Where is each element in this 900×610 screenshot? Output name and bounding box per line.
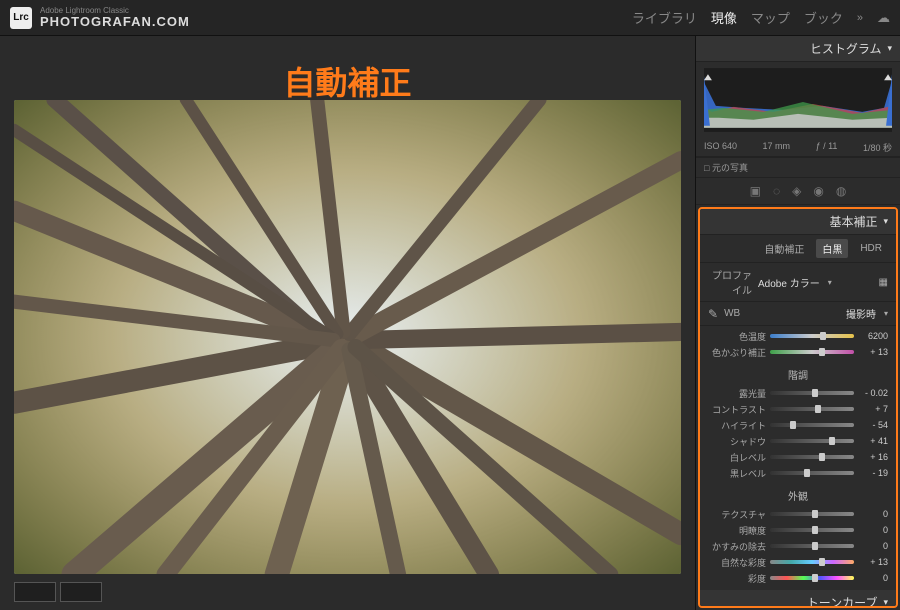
slider-saturation[interactable]: 彩度0 [708,570,888,586]
meta-focal: 17 mm [763,141,791,154]
chevron-down-icon: ▾ [828,278,832,287]
slider-tint[interactable]: 色かぶり補正+ 13 [708,344,888,360]
app-logo: Lrc [10,7,32,29]
cloud-sync-icon[interactable]: ☁ [877,10,890,26]
slider-texture[interactable]: テクスチャ0 [708,506,888,522]
wb-row: ✎ WB 撮影時 ▾ [700,302,896,326]
wb-value[interactable]: 撮影時 [846,306,876,321]
photo-canvas[interactable] [14,100,681,574]
histogram-chart[interactable] [704,68,892,132]
histogram-wrap [696,62,900,139]
meta-iso: ISO 640 [704,141,737,154]
basic-header[interactable]: 基本補正▾ [700,209,896,235]
tone-section-title: 階調 [700,364,896,383]
slider-clarity[interactable]: 明瞭度0 [708,522,888,538]
wb-sliders: 色温度6200 色かぶり補正+ 13 [700,326,896,364]
profile-value: Adobe カラー [758,275,820,290]
original-toggle[interactable]: 元の写真 [696,157,900,178]
slider-temp[interactable]: 色温度6200 [708,328,888,344]
heal-tool-icon[interactable]: ◌ [773,184,780,198]
tone-sliders: 露光量- 0.02 コントラスト+ 7 ハイライト- 54 シャドウ+ 41 白… [700,383,896,485]
annotation-label: 自動補正 [283,58,411,104]
presence-section-title: 外観 [700,485,896,504]
wb-label: WB [724,308,740,319]
module-develop[interactable]: 現像 [711,8,737,27]
module-book[interactable]: ブック [804,8,843,27]
basic-panel: 基本補正▾ 自動補正 白黒 HDR プロファイル Adobe カラー ▾ ▦ ✎ [698,207,898,608]
profile-row[interactable]: プロファイル Adobe カラー ▾ ▦ [700,263,896,302]
top-bar: Lrc Adobe Lightroom Classic PHOTOGRAFAN.… [0,0,900,36]
filmstrip-thumb[interactable] [14,582,56,602]
histogram-header[interactable]: ヒストグラム▾ [696,36,900,62]
module-switcher: ライブラリ 現像 マップ ブック » ☁ [632,8,890,27]
slider-whites[interactable]: 白レベル+ 16 [708,449,888,465]
slider-highlights[interactable]: ハイライト- 54 [708,417,888,433]
slider-contrast[interactable]: コントラスト+ 7 [708,401,888,417]
basic-mode-row: 自動補正 白黒 HDR [700,235,896,263]
main-canvas-area: 自動補正 [0,36,695,610]
crop-tool-icon[interactable]: ▣ [750,184,761,198]
slider-blacks[interactable]: 黒レベル- 19 [708,465,888,481]
brand-block: Adobe Lightroom Classic PHOTOGRAFAN.COM [40,7,190,28]
profile-grid-icon[interactable]: ▦ [879,277,888,288]
histogram-meta: ISO 640 17 mm ƒ / 11 1/80 秒 [696,139,900,157]
mask-tool-icon[interactable]: ◈ [792,184,801,198]
slider-vibrance[interactable]: 自然な彩度+ 13 [708,554,888,570]
brand-name: PHOTOGRAFAN.COM [40,15,190,28]
photo-image [14,100,681,574]
module-library[interactable]: ライブラリ [632,8,697,27]
auto-button[interactable]: 自動補正 [758,239,810,258]
local-tools: ▣ ◌ ◈ ◉ ◍ [696,178,900,205]
more-modules-icon[interactable]: » [857,12,863,24]
module-map[interactable]: マップ [751,8,790,27]
meta-aperture: ƒ / 11 [816,141,838,154]
wb-eyedropper-icon[interactable]: ✎ [708,307,718,321]
hdr-button[interactable]: HDR [854,241,888,256]
chevron-down-icon: ▾ [884,309,888,318]
filmstrip-thumb[interactable] [60,582,102,602]
presence-sliders: テクスチャ0 明瞭度0 かすみの除去0 自然な彩度+ 13 彩度0 [700,504,896,590]
develop-sidebar: ヒストグラム▾ ISO 640 17 mm ƒ / 11 [695,36,900,610]
slider-shadows[interactable]: シャドウ+ 41 [708,433,888,449]
meta-shutter: 1/80 秒 [863,141,892,154]
bw-button[interactable]: 白黒 [816,239,848,258]
slider-exposure[interactable]: 露光量- 0.02 [708,385,888,401]
tonecurve-header[interactable]: トーンカーブ▾ [700,590,896,608]
profile-label: プロファイル [708,267,752,297]
brush-tool-icon[interactable]: ◍ [836,184,846,198]
slider-dehaze[interactable]: かすみの除去0 [708,538,888,554]
filmstrip [14,582,681,602]
redeye-tool-icon[interactable]: ◉ [813,184,823,198]
